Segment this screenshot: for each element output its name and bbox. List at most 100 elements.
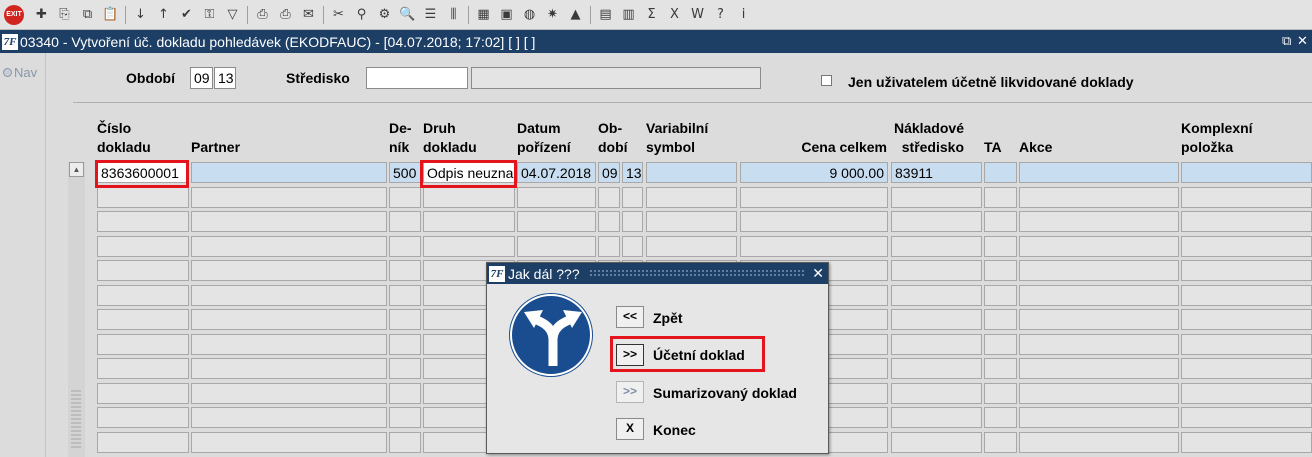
- scissors-icon[interactable]: ✂: [329, 5, 348, 24]
- grid-cell[interactable]: [1019, 309, 1179, 330]
- grid-cell[interactable]: [646, 187, 737, 208]
- grid-cell[interactable]: [423, 187, 515, 208]
- pin-icon[interactable]: ⚲: [352, 5, 371, 24]
- grid-cell[interactable]: [891, 211, 982, 232]
- mail-icon[interactable]: ✉: [299, 5, 318, 24]
- grid-cell[interactable]: [984, 260, 1017, 281]
- cut-icon[interactable]: ⎘: [55, 5, 74, 24]
- grid-cell[interactable]: [598, 236, 620, 257]
- grid-cell[interactable]: [1019, 211, 1179, 232]
- grid-cell[interactable]: [984, 211, 1017, 232]
- cell-nakl[interactable]: 83911: [891, 162, 982, 183]
- grid-cell[interactable]: [598, 211, 620, 232]
- grid-cell[interactable]: [984, 383, 1017, 404]
- grid-cell[interactable]: [622, 211, 643, 232]
- cell-ob1[interactable]: 09: [598, 162, 620, 183]
- grid-cell[interactable]: [191, 358, 387, 379]
- grid-cell[interactable]: [1181, 260, 1312, 281]
- grid-cell[interactable]: [1181, 187, 1312, 208]
- cell-datum[interactable]: 04.07.2018: [517, 162, 596, 183]
- grid-cell[interactable]: [389, 358, 421, 379]
- grid-cell[interactable]: [97, 432, 189, 453]
- sun-icon[interactable]: ✷: [543, 5, 562, 24]
- new-record-icon[interactable]: ✚: [32, 5, 51, 24]
- grid-cell[interactable]: [97, 358, 189, 379]
- cell-partner[interactable]: [191, 162, 387, 183]
- grid-cell[interactable]: [389, 407, 421, 428]
- grid-cell[interactable]: [97, 285, 189, 306]
- search-icon[interactable]: 🔍: [398, 5, 417, 24]
- help-icon[interactable]: ?: [711, 5, 730, 24]
- grid-cell[interactable]: [740, 187, 888, 208]
- grid-cell[interactable]: [97, 309, 189, 330]
- cell-cena[interactable]: 9 000.00: [740, 162, 888, 183]
- grid-cell[interactable]: [1019, 236, 1179, 257]
- grid-cell[interactable]: [1019, 285, 1179, 306]
- cell-vs[interactable]: [646, 162, 737, 183]
- obdobi-day-input[interactable]: 13: [214, 67, 236, 89]
- grid-cell[interactable]: [423, 211, 515, 232]
- tree-icon[interactable]: ⫼: [444, 5, 463, 24]
- grid-cell[interactable]: [1181, 211, 1312, 232]
- grid-cell[interactable]: [191, 236, 387, 257]
- db-icon[interactable]: ▥: [619, 5, 638, 24]
- grid-cell[interactable]: [891, 334, 982, 355]
- grid-cell[interactable]: [891, 187, 982, 208]
- grid-cell[interactable]: [389, 309, 421, 330]
- grid-cell[interactable]: [191, 285, 387, 306]
- grid-cell[interactable]: [1019, 334, 1179, 355]
- grid-cell[interactable]: [984, 358, 1017, 379]
- grid-cell[interactable]: [1181, 236, 1312, 257]
- grid-cell[interactable]: [1019, 260, 1179, 281]
- grid-cell[interactable]: [984, 309, 1017, 330]
- scroll-grip[interactable]: [71, 388, 81, 448]
- cell-akce[interactable]: [1019, 162, 1179, 183]
- grid-cell[interactable]: [191, 334, 387, 355]
- grid-cell[interactable]: [1019, 432, 1179, 453]
- ucetni-doklad-button[interactable]: >>: [616, 344, 644, 366]
- grid-cell[interactable]: [191, 407, 387, 428]
- sort-asc-icon[interactable]: ↓: [131, 5, 150, 24]
- grid-cell[interactable]: [191, 432, 387, 453]
- filter-icon[interactable]: ▽: [223, 5, 242, 24]
- grid-cell[interactable]: [97, 260, 189, 281]
- grid-cell[interactable]: [646, 236, 737, 257]
- grid-cell[interactable]: [191, 187, 387, 208]
- stredisko-input[interactable]: [366, 67, 468, 89]
- grid-cell[interactable]: [1181, 309, 1312, 330]
- grid-cell[interactable]: [389, 187, 421, 208]
- grid-cell[interactable]: [1181, 407, 1312, 428]
- chart-icon[interactable]: ▤: [596, 5, 615, 24]
- scroll-up-icon[interactable]: ▲: [69, 162, 84, 177]
- obdobi-month-input[interactable]: 09: [190, 67, 213, 89]
- nav-radio[interactable]: Nav: [3, 65, 37, 80]
- cell-denik[interactable]: 500: [389, 162, 421, 183]
- grid-cell[interactable]: [891, 285, 982, 306]
- grid-cell[interactable]: [191, 211, 387, 232]
- grid-cell[interactable]: [622, 187, 643, 208]
- sumarizovany-button[interactable]: >>: [616, 381, 644, 403]
- dialog-close-icon[interactable]: ✕: [812, 265, 824, 282]
- grid-cell[interactable]: [891, 432, 982, 453]
- calculator-icon[interactable]: ▦: [474, 5, 493, 24]
- grid-cell[interactable]: [389, 211, 421, 232]
- grid-cell[interactable]: [517, 211, 596, 232]
- restore-icon[interactable]: ⧉: [1282, 33, 1291, 49]
- print-icon[interactable]: ⎙: [253, 5, 272, 24]
- grid-cell[interactable]: [191, 383, 387, 404]
- konec-button[interactable]: X: [616, 418, 644, 440]
- grid-cell[interactable]: [389, 285, 421, 306]
- grid-cell[interactable]: [598, 187, 620, 208]
- close-icon[interactable]: ✕: [1297, 33, 1308, 49]
- grid-cell[interactable]: [191, 260, 387, 281]
- check-icon[interactable]: ✔: [177, 5, 196, 24]
- grid-cell[interactable]: [97, 211, 189, 232]
- grid-cell[interactable]: [1181, 285, 1312, 306]
- grid-cell[interactable]: [1181, 334, 1312, 355]
- grid-cell[interactable]: [984, 432, 1017, 453]
- grid-cell[interactable]: [97, 187, 189, 208]
- print-setup-icon[interactable]: ⎙: [276, 5, 295, 24]
- gear-icon[interactable]: ⚙: [375, 5, 394, 24]
- grid-cell[interactable]: [891, 358, 982, 379]
- globe-icon[interactable]: ◍: [520, 5, 539, 24]
